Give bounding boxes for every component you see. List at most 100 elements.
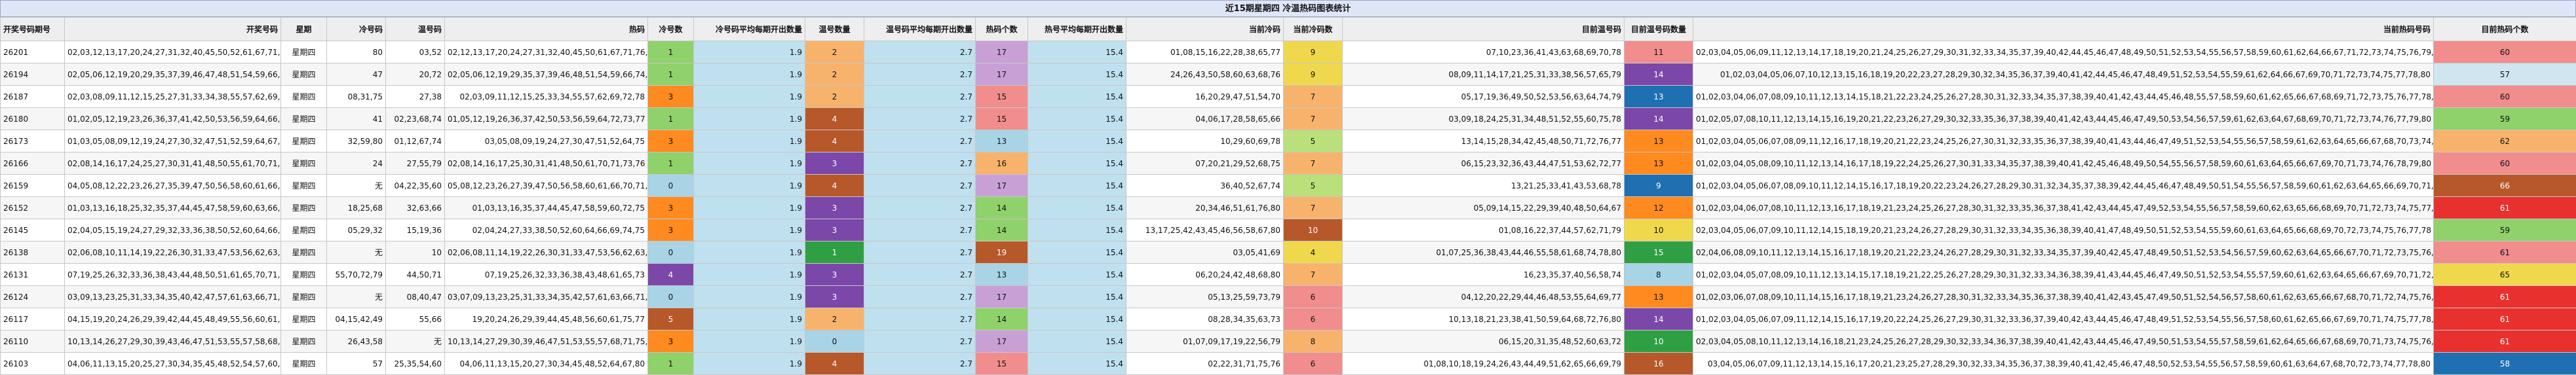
column-header-issue: 开奖号码期号 [0, 17, 65, 41]
cell-warm-count: 4 [805, 174, 864, 197]
cell-warm-count: 4 [805, 130, 864, 152]
cell-cold-nums: 无 [326, 285, 386, 308]
cell-cur-cold-count: 9 [1283, 41, 1343, 63]
cell-target-hot-count: 61 [2433, 308, 2576, 330]
cell-cur-cold-count: 5 [1283, 130, 1343, 152]
cell-cold-avg: 1.9 [693, 308, 805, 330]
cell-cold-avg: 1.9 [693, 130, 805, 152]
cell-target-hot-count: 61 [2433, 241, 2576, 264]
cell-cold-avg: 1.9 [693, 219, 805, 241]
table-row: 26173 01,03,05,08,09,12,19,24,27,30,32,47… [0, 130, 2576, 152]
cell-weekday: 星期四 [280, 285, 327, 308]
cell-warm-nums: 03,52 [385, 41, 445, 63]
cell-cur-cold: 16,20,29,47,51,54,70 [1126, 85, 1284, 108]
cell-issue: 26152 [0, 196, 65, 219]
cell-weekday: 星期四 [280, 41, 327, 63]
cell-cold-nums: 04,15,42,49 [326, 308, 386, 330]
cell-target-warm-count: 13 [1624, 85, 1693, 108]
cell-warm-nums: 01,12,67,74 [385, 130, 445, 152]
cell-warm-avg: 2.7 [864, 130, 976, 152]
cell-warm-nums: 20,72 [385, 63, 445, 86]
cell-weekday: 星期四 [280, 263, 327, 286]
cell-hot-nums: 02,04,24,27,33,38,50,52,60,64,66,69,74,7… [444, 219, 648, 241]
cell-warm-count: 3 [805, 263, 864, 286]
cell-target-warm: 10,13,18,21,23,38,41,50,59,64,68,72,76,8… [1342, 308, 1624, 330]
cell-hot-avg: 15.4 [1028, 174, 1126, 197]
cell-target-warm: 05,09,14,15,22,29,39,40,48,50,64,67 [1342, 196, 1624, 219]
cell-target-hot-count: 57 [2433, 63, 2576, 86]
cell-cur-cold: 01,07,09,17,19,22,56,79 [1126, 330, 1284, 353]
cell-cur-cold: 08,28,34,35,63,73 [1126, 308, 1284, 330]
cell-hot-avg: 15.4 [1028, 308, 1126, 330]
cell-target-warm: 07,10,23,36,41,43,63,68,69,70,78 [1342, 41, 1624, 63]
cell-cold-count: 0 [647, 241, 694, 264]
cell-cur-hot: 01,02,03,04,05,06,07,08,09,11,12,16,17,1… [1693, 130, 2434, 152]
cell-warm-count: 2 [805, 308, 864, 330]
cell-hot-count: 17 [975, 174, 1028, 197]
cell-target-hot-count: 59 [2433, 107, 2576, 130]
cell-cold-count: 3 [647, 330, 694, 353]
cell-numbers: 04,06,11,13,15,20,25,27,30,34,35,45,48,5… [64, 352, 281, 375]
cell-target-warm: 04,12,20,22,29,44,46,48,53,55,64,69,77 [1342, 285, 1624, 308]
cell-cold-count: 1 [647, 41, 694, 63]
cell-cold-count: 0 [647, 174, 694, 197]
cell-target-warm-count: 12 [1624, 196, 1693, 219]
column-header-warm-nums: 温号码 [385, 17, 445, 41]
cell-numbers: 02,03,12,13,17,20,24,27,31,32,40,45,50,5… [64, 41, 281, 63]
cell-cold-nums: 80 [326, 41, 386, 63]
cell-target-warm: 03,09,18,24,25,31,34,48,51,52,55,60,75,7… [1342, 107, 1624, 130]
cell-target-hot-count: 66 [2433, 174, 2576, 197]
cell-hot-nums: 01,05,12,19,26,36,37,42,50,53,56,59,64,7… [444, 107, 648, 130]
cell-hot-nums: 02,08,14,16,17,25,30,31,41,48,50,61,70,7… [444, 152, 648, 175]
cell-cur-hot: 03,04,05,06,07,09,11,12,13,14,15,16,17,2… [1693, 352, 2434, 375]
cell-warm-nums: 08,40,47 [385, 285, 445, 308]
cell-cur-cold: 05,13,25,59,73,79 [1126, 285, 1284, 308]
table-row: 26201 02,03,12,13,17,20,24,27,31,32,40,45… [0, 41, 2576, 63]
cell-cur-cold: 06,20,24,42,48,68,80 [1126, 263, 1284, 286]
cell-target-warm-count: 13 [1624, 152, 1693, 175]
cell-cold-avg: 1.9 [693, 174, 805, 197]
cell-target-hot-count: 65 [2433, 263, 2576, 286]
cell-target-warm-count: 14 [1624, 308, 1693, 330]
cell-cold-count: 3 [647, 85, 694, 108]
cell-issue: 26159 [0, 174, 65, 197]
table-row: 26187 02,03,08,09,11,12,15,25,27,31,33,34… [0, 85, 2576, 108]
cell-hot-avg: 15.4 [1028, 196, 1126, 219]
column-header-cur-hot: 当前热码号码 [1693, 17, 2434, 41]
cell-warm-avg: 2.7 [864, 107, 976, 130]
cell-target-warm-count: 15 [1624, 241, 1693, 264]
cell-target-warm-count: 16 [1624, 352, 1693, 375]
cell-hot-avg: 15.4 [1028, 219, 1126, 241]
cell-numbers: 02,08,14,16,17,24,25,27,30,31,41,48,50,5… [64, 152, 281, 175]
cell-numbers: 01,03,13,16,18,25,32,35,37,44,45,47,58,5… [64, 196, 281, 219]
cell-warm-avg: 2.7 [864, 63, 976, 86]
stats-page: 近15期星期四 冷温热码图表统计 开奖号码期号 开奖号码 星期 冷号码 温号码 热码 冷号数… [0, 0, 2576, 375]
cell-warm-nums: 15,19,36 [385, 219, 445, 241]
cell-cur-hot: 01,02,03,06,07,08,09,10,11,14,15,16,17,1… [1693, 285, 2434, 308]
cell-target-warm: 06,15,23,32,36,43,44,47,51,53,62,72,77 [1342, 152, 1624, 175]
cell-warm-count: 2 [805, 41, 864, 63]
cell-warm-nums: 25,35,54,60 [385, 352, 445, 375]
cell-weekday: 星期四 [280, 241, 327, 264]
cell-cold-count: 1 [647, 152, 694, 175]
cell-numbers: 04,05,08,12,22,23,26,27,35,39,47,50,56,5… [64, 174, 281, 197]
cell-warm-count: 2 [805, 63, 864, 86]
cell-warm-count: 3 [805, 196, 864, 219]
cell-warm-avg: 2.7 [864, 330, 976, 353]
table-row: 26110 10,13,14,26,27,29,30,39,43,46,47,51… [0, 330, 2576, 353]
cell-target-warm-count: 13 [1624, 130, 1693, 152]
cell-hot-count: 14 [975, 196, 1028, 219]
cell-numbers: 07,19,25,26,32,33,36,38,43,44,48,50,51,6… [64, 263, 281, 286]
cell-cur-cold-count: 4 [1283, 241, 1343, 264]
cell-warm-count: 3 [805, 219, 864, 241]
cell-warm-nums: 32,63,66 [385, 196, 445, 219]
cell-target-hot-count: 60 [2433, 41, 2576, 63]
cell-hot-nums: 03,05,08,09,19,24,27,30,47,51,52,64,75 [444, 130, 648, 152]
cell-weekday: 星期四 [280, 85, 327, 108]
cell-cur-hot: 01,02,03,04,05,08,09,10,11,12,13,14,16,1… [1693, 152, 2434, 175]
cell-cold-count: 1 [647, 63, 694, 86]
column-header-target-hot-count: 目前热码个数 [2433, 17, 2576, 41]
cell-hot-nums: 03,07,09,13,23,25,31,33,34,35,42,57,61,6… [444, 285, 648, 308]
cell-warm-count: 4 [805, 352, 864, 375]
cell-target-hot-count: 61 [2433, 196, 2576, 219]
